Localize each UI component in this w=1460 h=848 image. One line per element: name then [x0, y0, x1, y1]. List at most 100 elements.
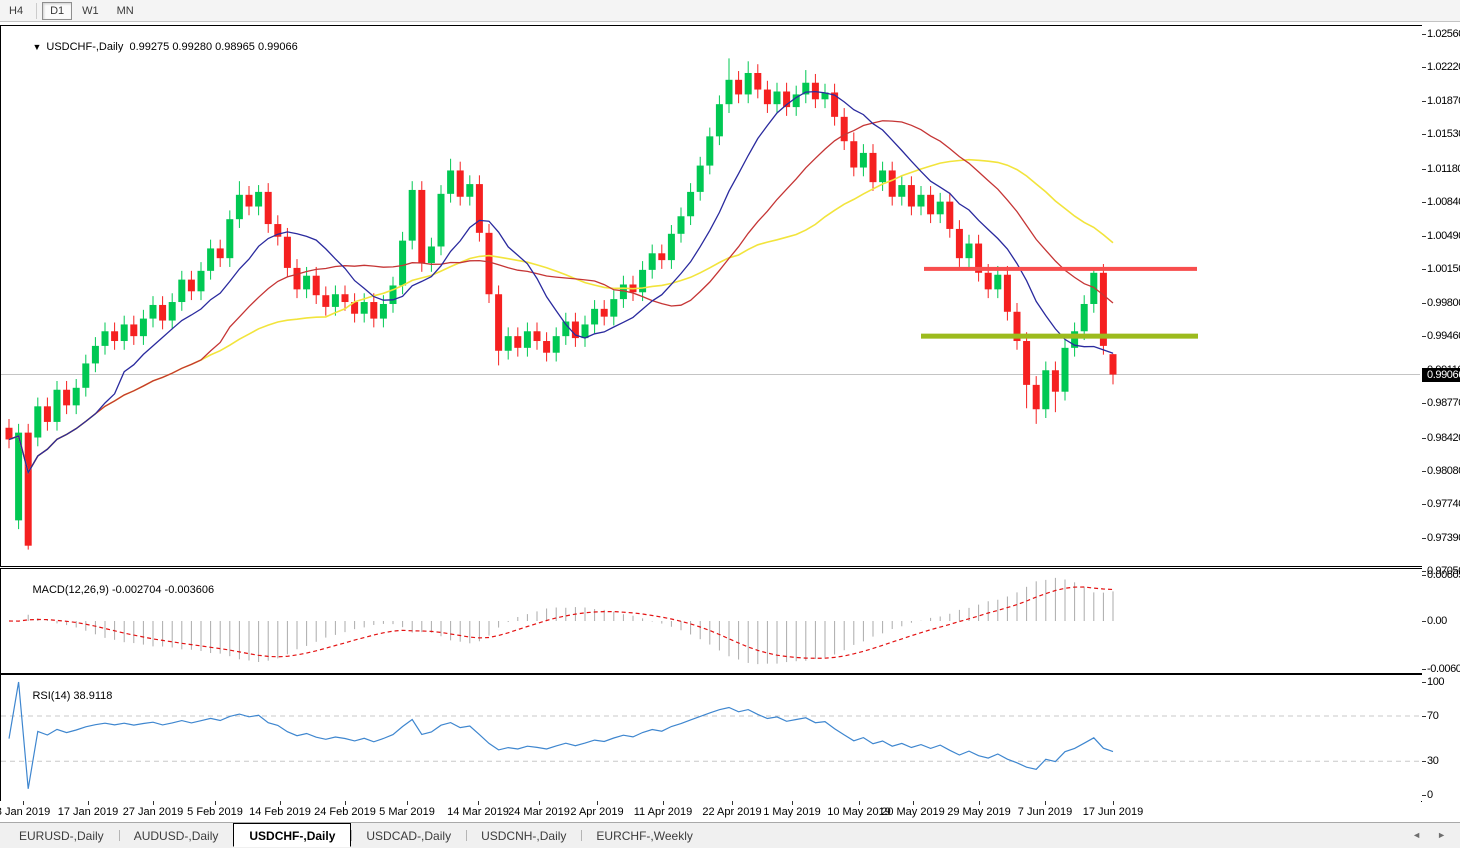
macd-axis-label: -0.006096: [1427, 663, 1460, 675]
price-axis-tick: [1422, 438, 1426, 439]
macd-pane: MACD(12,26,9) -0.002704 -0.003606: [0, 568, 1423, 674]
support-line[interactable]: [921, 334, 1198, 339]
rsi-axis-tick: [1422, 682, 1426, 683]
macd-axis-tick: [1422, 621, 1426, 622]
price-axis-tick: [1422, 101, 1426, 102]
date-axis-label: 17 Jun 2019: [1083, 806, 1144, 818]
tab-scroll-left-icon[interactable]: ◄: [1412, 830, 1421, 840]
rsi-axis-label: 30: [1427, 755, 1438, 767]
timeframe-button-h4[interactable]: H4: [1, 2, 31, 20]
date-axis-tick: [913, 801, 914, 805]
price-axis-tick: [1422, 67, 1426, 68]
chart-tab-usdcad-daily[interactable]: USDCAD-,Daily: [351, 825, 466, 846]
timeframe-toolbar: H4 D1W1MN: [0, 0, 1460, 22]
date-axis-label: 14 Mar 2019: [447, 806, 509, 818]
rsi-axis-tick: [1422, 795, 1426, 796]
chart-tabs-bar: EURUSD-,DailyAUDUSD-,DailyUSDCHF-,DailyU…: [0, 822, 1460, 848]
price-axis-label: 1.01870: [1427, 95, 1460, 107]
price-axis-label: 0.98770: [1427, 397, 1460, 409]
price-axis-label: 0.97740: [1427, 498, 1460, 510]
price-axis-tick: [1422, 269, 1426, 270]
rsi-axis-tick: [1422, 716, 1426, 717]
price-axis-tick: [1422, 236, 1426, 237]
date-axis-label: 24 Feb 2019: [314, 806, 376, 818]
current-price-badge: 0.99066: [1422, 368, 1460, 382]
chart-tab-usdchf-daily[interactable]: USDCHF-,Daily: [233, 823, 351, 847]
date-axis-label: 14 Feb 2019: [249, 806, 311, 818]
date-axis-label: 5 Feb 2019: [187, 806, 243, 818]
chart-tab-audusd-daily[interactable]: AUDUSD-,Daily: [119, 825, 234, 846]
date-axis-label: 24 Mar 2019: [508, 806, 570, 818]
date-axis-label: 22 Apr 2019: [702, 806, 761, 818]
rsi-axis-label: 100: [1427, 676, 1444, 688]
date-axis[interactable]: 8 Jan 2019 17 Jan 2019 27 Jan 20195 Feb 20…: [0, 801, 1421, 821]
price-axis-label: 0.97390: [1427, 532, 1460, 544]
price-axis-label: 0.99800: [1427, 297, 1460, 309]
date-axis-tick: [478, 801, 479, 805]
date-axis-label: 2 Apr 2019: [570, 806, 623, 818]
chart-title-ohlc: 0.99275 0.99280 0.98965 0.99066: [130, 41, 298, 53]
date-axis-tick: [407, 801, 408, 805]
price-axis-tick: [1422, 169, 1426, 170]
date-axis-label: 8 Jan 2019: [0, 806, 50, 818]
macd-axis-label: 0.00: [1427, 615, 1447, 627]
ma-mid-red: [9, 121, 1113, 473]
date-axis-tick: [859, 801, 860, 805]
price-axis-tick: [1422, 504, 1426, 505]
resistance-line[interactable]: [924, 267, 1197, 271]
mt4-terminal: H4D1W1MN ▼USDCHF-,Daily 0.99275 0.99280 …: [0, 0, 1460, 848]
price-axis-label: 1.02560: [1427, 28, 1460, 40]
toolbar-separator: [36, 3, 37, 19]
date-axis-tick: [280, 801, 281, 805]
rsi-chart: [1, 675, 1420, 799]
chart-title: ▼USDCHF-,Daily 0.99275 0.99280 0.98965 0…: [8, 29, 298, 65]
ma-fast-blue: [9, 92, 1113, 473]
price-axis-tick: [1422, 403, 1426, 404]
macd-axis-label: 0.006058: [1427, 569, 1460, 581]
price-axis-tick: [1422, 303, 1426, 304]
date-axis-tick: [597, 801, 598, 805]
date-axis-label: 29 May 2019: [947, 806, 1011, 818]
macd-axis-tick: [1422, 669, 1426, 670]
date-axis-label: 20 May 2019: [881, 806, 945, 818]
date-axis-label: 11 Apr 2019: [634, 806, 693, 818]
chart-tab-eurchf-weekly[interactable]: EURCHF-,Weekly: [581, 825, 707, 846]
tab-scroll-right-icon[interactable]: ►: [1437, 830, 1446, 840]
price-axis-label: 1.00490: [1427, 230, 1460, 242]
rsi-axis-tick: [1422, 761, 1426, 762]
rsi-axis-label: 70: [1427, 710, 1438, 722]
date-axis-label: 17 Jan 2019: [58, 806, 119, 818]
price-axis-label: 1.00840: [1427, 196, 1460, 208]
date-axis-label: 27 Jan 2019: [123, 806, 184, 818]
chart-tab-usdcnh-daily[interactable]: USDCNH-,Daily: [466, 825, 581, 846]
rsi-line: [9, 682, 1113, 789]
date-axis-tick: [88, 801, 89, 805]
price-pane: ▼USDCHF-,Daily 0.99275 0.99280 0.98965 0…: [0, 25, 1423, 567]
rsi-label: RSI(14) 38.9118: [8, 678, 112, 714]
macd-axis-tick: [1422, 575, 1426, 576]
price-axis-label: 1.00150: [1427, 263, 1460, 275]
price-chart: [1, 26, 1420, 564]
price-axis-tick: [1422, 202, 1426, 203]
price-axis-label: 0.98080: [1427, 465, 1460, 477]
tab-scroll-arrows: ◄ ►: [1412, 830, 1446, 840]
price-axis[interactable]: 1.025601.022201.018701.015301.011801.008…: [1422, 22, 1460, 821]
timeframe-button-d1[interactable]: D1: [42, 2, 72, 20]
date-axis-tick: [153, 801, 154, 805]
timeframe-button-w1[interactable]: W1: [74, 2, 107, 20]
price-axis-tick: [1422, 471, 1426, 472]
price-axis-label: 0.99460: [1427, 330, 1460, 342]
price-axis-tick: [1422, 134, 1426, 135]
candles: [6, 58, 1117, 549]
date-axis-tick: [345, 801, 346, 805]
date-axis-tick: [792, 801, 793, 805]
chart-tab-eurusd-daily[interactable]: EURUSD-,Daily: [4, 825, 119, 846]
price-axis-tick: [1422, 538, 1426, 539]
price-axis-tick: [1422, 336, 1426, 337]
date-axis-tick: [732, 801, 733, 805]
chart-window: ▼USDCHF-,Daily 0.99275 0.99280 0.98965 0…: [0, 22, 1460, 821]
symbol-dropdown-icon[interactable]: ▼: [32, 42, 41, 52]
price-axis-label: 1.02220: [1427, 61, 1460, 73]
timeframe-button-mn[interactable]: MN: [109, 2, 142, 20]
date-axis-tick: [1113, 801, 1114, 805]
